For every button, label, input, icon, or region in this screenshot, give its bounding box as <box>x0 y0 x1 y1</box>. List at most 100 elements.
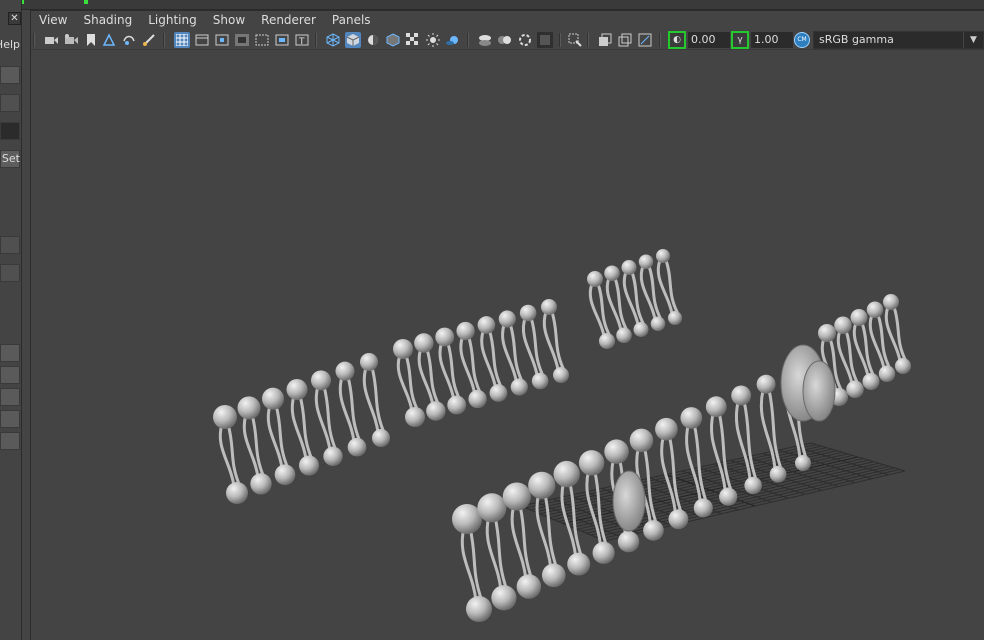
lipid-tail <box>266 404 290 470</box>
close-icon[interactable]: ✕ <box>8 12 21 25</box>
lipid-tail <box>460 527 484 602</box>
film-gate-icon[interactable] <box>194 32 210 48</box>
isolate-select-icon[interactable] <box>567 32 583 48</box>
select-camera-icon[interactable] <box>43 32 59 48</box>
lipid-head <box>680 407 703 429</box>
panel-field[interactable] <box>0 236 20 254</box>
lipid-head <box>731 385 752 406</box>
lipid-head <box>516 574 542 599</box>
lipid-head <box>498 310 516 328</box>
image-plane-icon[interactable] <box>101 32 117 48</box>
panel-field[interactable] <box>0 432 20 450</box>
motion-blur-icon[interactable] <box>497 32 513 48</box>
exposure-field[interactable]: 0.00 <box>688 32 730 48</box>
ground-grid <box>520 442 906 542</box>
panel-field[interactable] <box>0 344 20 362</box>
panel-field[interactable] <box>0 388 20 406</box>
lipid-head <box>629 428 654 453</box>
smooth-shade-icon[interactable] <box>345 32 361 48</box>
lipid-head <box>744 476 762 495</box>
help-menu-label[interactable]: Help <box>0 38 20 51</box>
lipid-head <box>226 482 248 504</box>
lipid-tail <box>290 395 314 461</box>
lipid-head <box>372 429 390 447</box>
lipid-head <box>878 365 896 382</box>
panel-field[interactable] <box>0 410 20 428</box>
lipid-head <box>592 541 615 564</box>
3d-viewport[interactable] <box>31 51 984 640</box>
lipid-molecules <box>213 249 911 622</box>
lipid-head <box>650 316 666 331</box>
panel-field[interactable] <box>0 66 20 84</box>
lipid-head <box>668 509 689 530</box>
lipid-head <box>638 254 654 269</box>
toolbar-separator <box>467 33 469 47</box>
wireframe-on-shaded-icon[interactable] <box>385 32 401 48</box>
field-chart-icon[interactable] <box>254 32 270 48</box>
safe-action-icon[interactable] <box>274 32 290 48</box>
lipid-tail <box>510 504 534 580</box>
lipid-tail <box>656 259 680 315</box>
panel-field[interactable] <box>0 264 20 282</box>
xray-icon[interactable] <box>597 32 613 48</box>
lipid-head <box>274 464 296 485</box>
safe-title-icon[interactable]: T <box>294 32 310 48</box>
grease-pencil-icon[interactable] <box>141 32 157 48</box>
lipid-head <box>393 339 413 359</box>
menu-shading[interactable]: Shading <box>75 11 140 30</box>
lipid-tail <box>218 423 242 487</box>
lipid-head <box>466 596 492 622</box>
menu-panels[interactable]: Panels <box>324 11 379 30</box>
lipid-head <box>262 387 284 410</box>
gamma-field[interactable]: 1.00 <box>751 32 793 48</box>
lipid-head <box>850 309 868 326</box>
lipid-head <box>769 465 787 483</box>
panel-menubar: View Shading Lighting Show Renderer Pane… <box>31 11 984 30</box>
lipid-head <box>426 401 446 421</box>
wireframe-icon[interactable] <box>325 32 341 48</box>
panel-field[interactable] <box>0 94 20 112</box>
menu-view[interactable]: View <box>31 11 75 30</box>
menu-show[interactable]: Show <box>205 11 253 30</box>
lipid-head <box>491 585 517 611</box>
color-management-icon[interactable]: CM <box>794 32 810 48</box>
menu-lighting[interactable]: Lighting <box>140 11 205 30</box>
textured-icon[interactable] <box>405 32 421 48</box>
gate-mask-icon[interactable] <box>234 32 250 48</box>
left-side-panel: Help Set <box>0 0 22 640</box>
2d-pan-zoom-icon[interactable] <box>121 32 137 48</box>
view-transform-dropdown[interactable]: sRGB gamma ▼ <box>813 31 984 49</box>
exposure-icon[interactable]: ◐ <box>668 31 686 49</box>
top-status-strip <box>0 0 984 10</box>
gamma-icon[interactable]: γ <box>731 31 749 49</box>
default-material-icon[interactable] <box>365 32 381 48</box>
panel-field[interactable] <box>0 122 20 140</box>
lipid-tail <box>438 342 462 401</box>
shadows-icon[interactable] <box>445 32 461 48</box>
resolution-gate-icon[interactable] <box>214 32 230 48</box>
lipid-head <box>705 396 727 418</box>
use-all-lights-icon[interactable] <box>425 32 441 48</box>
xray-joints-icon[interactable] <box>617 32 633 48</box>
panel-field[interactable] <box>0 366 20 384</box>
lipid-head <box>633 322 649 337</box>
chevron-down-icon[interactable]: ▼ <box>963 32 983 48</box>
lipid-head <box>599 333 615 349</box>
lipid-head <box>883 294 899 310</box>
backface-culling-icon[interactable] <box>637 32 653 48</box>
multisample-aa-icon[interactable] <box>517 32 533 48</box>
depth-of-field-icon[interactable] <box>537 32 553 48</box>
lipid-head <box>862 373 880 390</box>
screen-space-ao-icon[interactable] <box>477 32 493 48</box>
menu-renderer[interactable]: Renderer <box>253 11 324 30</box>
lipid-head <box>323 446 343 467</box>
lipid-head <box>531 372 549 390</box>
camera-attributes-icon[interactable] <box>63 32 79 48</box>
lipid-head <box>213 405 237 429</box>
bookmark-icon[interactable] <box>83 32 99 48</box>
view-transform-value: sRGB gamma <box>819 33 894 46</box>
lipid-head <box>541 563 566 588</box>
grid-icon[interactable] <box>174 32 190 48</box>
lipid-tail <box>396 354 420 412</box>
lipid-tail <box>314 385 338 452</box>
